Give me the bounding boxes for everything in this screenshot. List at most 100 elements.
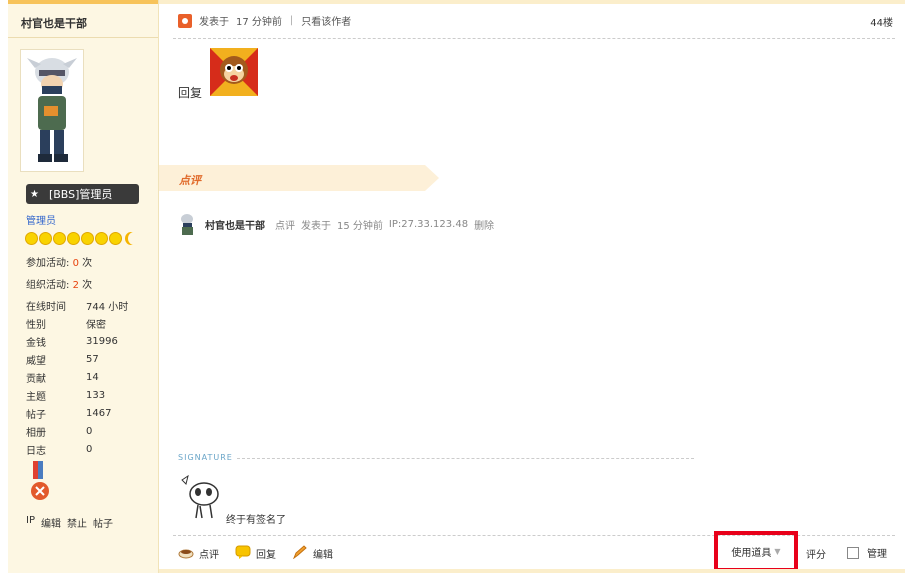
stat-value[interactable]: 1467 xyxy=(86,408,111,419)
stat-value: 744 小时 xyxy=(86,301,129,313)
manage-toggle[interactable]: 管理 xyxy=(847,545,887,560)
comment-time: 15 分钟前 xyxy=(337,220,383,232)
signature-divider xyxy=(237,458,694,459)
post-top-bar xyxy=(159,0,905,4)
group-name: [BBS]管理员 xyxy=(48,188,113,201)
signature-label: SIGNATURE xyxy=(178,453,233,462)
user-posts-link[interactable]: 帖子 xyxy=(93,515,113,530)
comment-avatar[interactable] xyxy=(178,213,197,235)
stat-key: 帖子 xyxy=(26,409,46,421)
post-actions: 点评 回复 编辑 xyxy=(178,545,349,562)
smile-icon xyxy=(95,232,108,245)
comment-posted-label: 发表于 xyxy=(301,220,331,232)
activity-label: 参加活动: xyxy=(26,258,70,269)
smile-icon xyxy=(39,232,52,245)
stat-key: 贡献 xyxy=(26,373,46,385)
signature-text: 终于有签名了 xyxy=(226,515,286,526)
floor-number[interactable]: 44楼 xyxy=(870,14,893,29)
divider xyxy=(8,37,158,38)
edit-user-link[interactable]: 编辑 xyxy=(41,515,61,530)
group-badge: ★ [BBS]管理员 xyxy=(26,184,139,204)
comment-delete-link[interactable]: 删除 xyxy=(474,217,494,232)
post-main: 发表于 17 分钟前 | 只看该作者 44楼 回复 点评 村官也是干部 点评 发… xyxy=(159,0,905,573)
post-header: 发表于 17 分钟前 | 只看该作者 xyxy=(178,13,351,28)
stat-value[interactable]: 133 xyxy=(86,390,105,401)
posted-label: 发表于 xyxy=(199,17,229,28)
stat-key: 日志 xyxy=(26,445,46,457)
chevron-down-icon: ▼ xyxy=(774,547,781,556)
avatar[interactable] xyxy=(20,49,84,172)
activity-count[interactable]: 2 xyxy=(73,280,79,291)
stat-key: 威望 xyxy=(26,355,46,367)
edit-label: 编辑 xyxy=(313,550,333,561)
reply-label: 回复 xyxy=(256,550,276,561)
stat-value: 31996 xyxy=(86,335,118,347)
edit-button[interactable]: 编辑 xyxy=(292,545,333,562)
stat-row: 相册 0 xyxy=(26,422,128,440)
stat-row: 性别 保密 xyxy=(26,314,128,332)
stat-row: 金钱 31996 xyxy=(26,332,128,350)
stat-value: 保密 xyxy=(86,319,106,331)
stat-key: 主题 xyxy=(26,391,46,403)
role-link[interactable]: 管理员 xyxy=(26,212,56,227)
comment-label: 点评 xyxy=(199,550,219,561)
stat-row: 贡献 14 xyxy=(26,368,128,386)
stat-key: 相册 xyxy=(26,427,46,439)
activity-organized: 组织活动: 2 次 xyxy=(26,276,92,291)
stat-row: 主题 133 xyxy=(26,386,128,404)
stat-row: 威望 57 xyxy=(26,350,128,368)
use-tools-button[interactable]: 使用道具 ▼ xyxy=(714,531,798,572)
comment-action: 点评 xyxy=(275,220,295,232)
comment-section-header: 点评 xyxy=(159,165,439,191)
manage-checkbox[interactable] xyxy=(847,546,859,559)
stat-key: 性别 xyxy=(26,319,46,331)
stat-value[interactable]: 0 xyxy=(86,426,92,437)
user-online-icon xyxy=(178,13,192,28)
stat-row: 帖子 1467 xyxy=(26,404,128,422)
star-icon: ★ xyxy=(30,188,39,200)
stat-value[interactable]: 0 xyxy=(86,444,92,455)
smile-icon xyxy=(67,232,80,245)
only-author-link[interactable]: 只看该作者 xyxy=(301,13,351,28)
smile-icon xyxy=(25,232,38,245)
comment-username[interactable]: 村官也是干部 xyxy=(205,217,265,232)
rate-button[interactable]: 评分 xyxy=(806,546,826,561)
speech-bubble-icon xyxy=(235,545,251,562)
comment-item: 村官也是干部 点评 发表于 15 分钟前 IP:27.33.123.48 删除 xyxy=(178,213,500,235)
use-tools-label: 使用道具 xyxy=(731,548,772,559)
stat-key: 金钱 xyxy=(26,337,46,349)
stat-value: 14 xyxy=(86,371,99,383)
comment-button[interactable]: 点评 xyxy=(178,545,219,562)
user-admin-actions: IP 编辑 禁止 帖子 xyxy=(26,515,113,530)
user-stats: 在线时间 744 小时 性别 保密 金钱 31996 威望 57 贡献 14 主题 133 … xyxy=(26,296,128,458)
moon-icon xyxy=(128,232,140,245)
ip-link[interactable]: IP xyxy=(26,515,35,530)
reply-button[interactable]: 回复 xyxy=(235,545,276,562)
activity-joined: 参加活动: 0 次 xyxy=(26,254,92,269)
comment-section-title: 点评 xyxy=(179,174,201,187)
rank-icons xyxy=(25,232,140,245)
separator: | xyxy=(289,15,294,26)
panel-top-bar xyxy=(8,0,158,4)
stat-key: 在线时间 xyxy=(26,301,66,313)
activity-unit: 次 xyxy=(82,280,93,291)
smile-icon xyxy=(109,232,122,245)
manage-label: 管理 xyxy=(867,549,887,560)
ban-user-link[interactable]: 禁止 xyxy=(67,515,87,530)
smile-icon xyxy=(53,232,66,245)
user-info-panel: 村官也是干部 ★ [BBS]管理员 管理员 参加活动: 0 次 组织活动: 2 … xyxy=(8,0,159,573)
post-bottom-bar xyxy=(159,569,905,573)
activity-count[interactable]: 0 xyxy=(73,258,79,269)
activity-unit: 次 xyxy=(82,258,93,269)
medal-icon[interactable] xyxy=(28,461,52,503)
post-content: 回复 xyxy=(178,86,203,100)
activity-label: 组织活动: xyxy=(26,280,70,291)
stat-value: 57 xyxy=(86,353,99,365)
smile-icon xyxy=(81,232,94,245)
coffee-cup-icon xyxy=(178,545,194,562)
monkey-emoticon-image xyxy=(210,48,258,96)
comment-ip: IP:27.33.123.48 xyxy=(388,218,469,230)
posted-time: 17 分钟前 xyxy=(236,17,282,28)
username[interactable]: 村官也是干部 xyxy=(21,15,87,31)
panda-signature-image xyxy=(178,472,224,524)
